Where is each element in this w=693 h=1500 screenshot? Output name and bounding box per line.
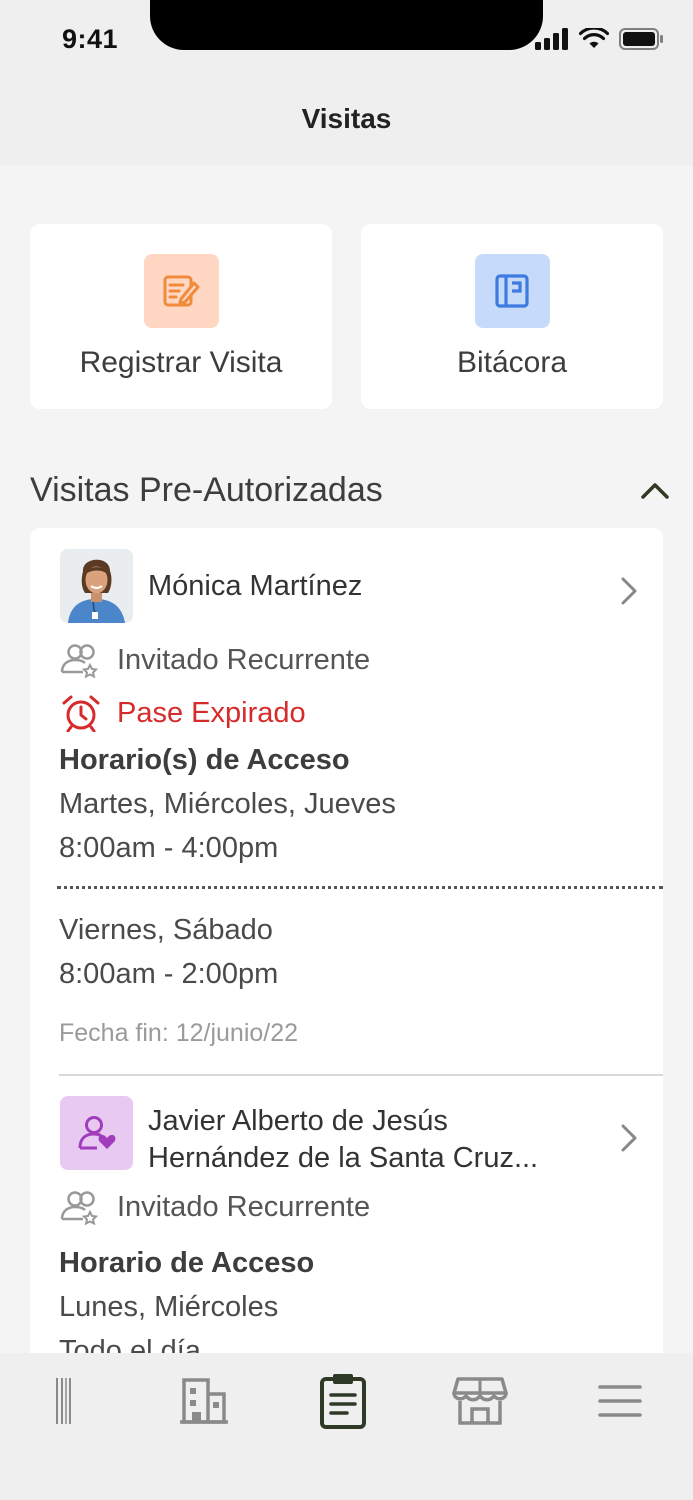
edit-form-icon	[143, 254, 219, 328]
section-title: Visitas Pre-Autorizadas	[30, 471, 383, 509]
bottom-tab-bar	[0, 1353, 693, 1500]
main-content: Registrar Visita Bitácora Visitas Pre-Au…	[0, 166, 693, 1353]
schedule-days: Lunes, Miércoles	[59, 1291, 279, 1323]
building-icon	[180, 1378, 228, 1424]
register-visit-label: Registrar Visita	[79, 346, 283, 379]
schedule-hours: 8:00am - 2:00pm	[59, 958, 279, 990]
logbook-icon	[474, 254, 550, 328]
chevron-right-icon[interactable]	[620, 1123, 638, 1153]
signal-icon	[535, 28, 568, 50]
end-date: Fecha fin: 12/junio/22	[59, 1019, 299, 1047]
tab-building[interactable]	[174, 1371, 234, 1431]
visitor-type: Invitado Recurrente	[117, 1190, 371, 1223]
schedule-hours: 8:00am - 4:00pm	[59, 832, 279, 864]
register-visit-card[interactable]: Registrar Visita	[30, 224, 332, 409]
recurrent-guest-icon	[60, 644, 99, 678]
avatar-placeholder	[60, 1096, 133, 1170]
avatar	[60, 549, 133, 623]
menu-icon	[598, 1385, 642, 1417]
user-heart-icon	[78, 1116, 115, 1150]
visitor-type-row: Invitado Recurrente	[59, 642, 370, 678]
recurrent-guest-icon	[60, 1191, 99, 1225]
status-time: 9:41	[62, 24, 119, 54]
tab-menu[interactable]	[590, 1371, 650, 1431]
logbook-card[interactable]: Bitácora	[361, 224, 663, 409]
schedule-days: Martes, Miércoles, Jueves	[59, 788, 396, 820]
tab-store[interactable]	[450, 1371, 510, 1431]
section-header[interactable]: Visitas Pre-Autorizadas	[30, 471, 670, 510]
visitor-type-row: Invitado Recurrente	[59, 1189, 370, 1225]
logbook-label: Bitácora	[456, 346, 568, 379]
visitor-name-line2[interactable]: Hernández de la Santa Cruz...	[148, 1140, 538, 1177]
schedule-days: Viernes, Sábado	[59, 914, 273, 946]
visitor-list: Mónica Martínez Invitado Recurrente Pase…	[30, 528, 663, 1353]
clipboard-icon	[320, 1374, 366, 1429]
barcode-icon	[56, 1378, 71, 1424]
schedule-title: Horario(s) de Acceso	[59, 744, 350, 776]
chevron-up-icon[interactable]	[640, 481, 670, 501]
chevron-right-icon[interactable]	[620, 576, 638, 606]
schedule-separator	[57, 886, 663, 889]
status-bar: 9:41	[0, 0, 693, 80]
tab-access-code[interactable]	[34, 1371, 94, 1431]
pass-status: Pase Expirado	[117, 696, 306, 729]
tab-visits[interactable]	[313, 1371, 373, 1431]
pass-status-row: Pase Expirado	[59, 694, 306, 732]
status-icons	[535, 28, 665, 50]
page-title: Visitas	[301, 103, 392, 134]
schedule-hours: Todo el día	[59, 1335, 201, 1353]
schedule-title: Horario de Acceso	[59, 1247, 315, 1279]
wifi-icon	[579, 28, 609, 48]
visitor-name[interactable]: Mónica Martínez	[148, 568, 362, 605]
visitor-type: Invitado Recurrente	[117, 643, 371, 676]
list-divider	[59, 1074, 663, 1076]
notch	[150, 0, 543, 50]
store-icon	[452, 1377, 508, 1425]
nav-header: Visitas	[0, 80, 693, 166]
visitor-name-line1[interactable]: Javier Alberto de Jesús	[148, 1103, 448, 1140]
battery-icon	[619, 28, 663, 50]
alarm-clock-icon	[62, 695, 100, 732]
